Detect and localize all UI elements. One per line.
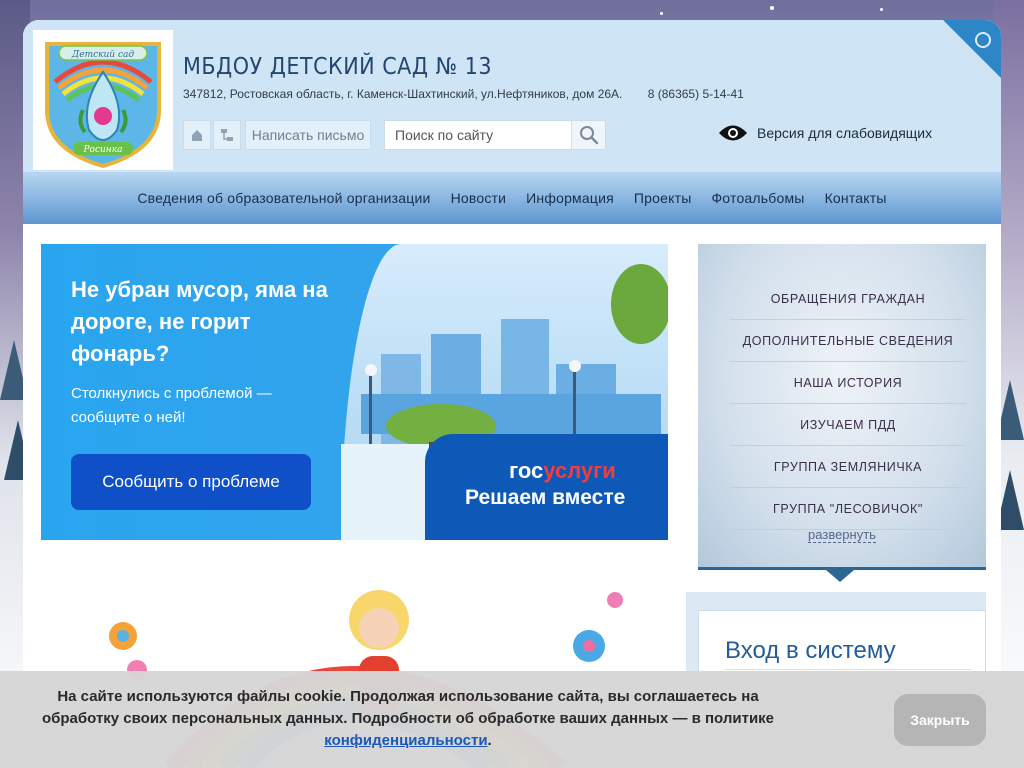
search-form [384, 120, 606, 150]
sidebar-item-citizen-appeals[interactable]: ОБРАЩЕНИЯ ГРАЖДАН [730, 278, 966, 320]
page-container: Детский сад Росинка МБДОУ ДЕТСКИЙ САД № … [23, 20, 1001, 768]
privacy-policy-link[interactable]: конфиденциальности [324, 732, 487, 749]
gosuslugi-banner[interactable]: Не убран мусор, яма на дороге, не горит … [41, 244, 668, 540]
cookie-text: На сайте используются файлы cookie. Прод… [30, 686, 786, 752]
banner-headline: Не убран мусор, яма на дороге, не горит … [71, 277, 328, 366]
low-vision-toggle[interactable]: Версия для слабовидящих [718, 124, 932, 142]
eye-icon [719, 125, 747, 141]
cookie-message: На сайте используются файлы cookie. Прод… [41, 688, 775, 727]
search-icon [579, 126, 598, 145]
gosuslugi-logo: госуслуги [509, 458, 616, 484]
gosuslugi-card: госуслуги Решаем вместе [425, 434, 668, 540]
home-button[interactable] [183, 120, 211, 150]
site-contacts: 347812, Ростовская область, г. Каменск-Ш… [183, 87, 766, 101]
sidebar-item-our-history[interactable]: НАША ИСТОРИЯ [730, 362, 966, 404]
low-vision-label: Версия для слабовидящих [757, 125, 933, 141]
cookie-close-button[interactable]: Закрыть [894, 694, 986, 746]
globe-icon[interactable] [975, 32, 991, 48]
menu-pointer-arrow [826, 570, 854, 582]
search-input[interactable] [385, 121, 571, 149]
divider [725, 669, 971, 670]
svg-text:Росинка: Росинка [83, 145, 123, 155]
expand-menu-link[interactable]: развернуть [698, 527, 986, 543]
site-address: 347812, Ростовская область, г. Каменск-Ш… [183, 87, 623, 101]
nav-item-information[interactable]: Информация [526, 190, 614, 206]
sitemap-icon [221, 129, 233, 141]
site-header: Детский сад Росинка МБДОУ ДЕТСКИЙ САД № … [23, 20, 1001, 172]
nav-item-news[interactable]: Новости [451, 190, 507, 206]
sidebar-menu-list: ОБРАЩЕНИЯ ГРАЖДАН ДОПОЛНИТЕЛЬНЫЕ СВЕДЕНИ… [730, 278, 966, 530]
gosuslugi-logo-gos: гос [509, 458, 544, 483]
sidebar-menu: ОБРАЩЕНИЯ ГРАЖДАН ДОПОЛНИТЕЛЬНЫЕ СВЕДЕНИ… [698, 244, 986, 582]
nav-item-projects[interactable]: Проекты [634, 190, 692, 206]
cookie-notice: На сайте используются файлы cookie. Прод… [0, 671, 1024, 768]
snowflake-decoration [660, 12, 663, 15]
site-phone: 8 (86365) 5-14-41 [647, 87, 744, 101]
login-title: Вход в систему [725, 637, 896, 664]
snowflake-decoration [770, 6, 774, 10]
nav-item-contacts[interactable]: Контакты [825, 190, 887, 206]
site-logo[interactable]: Детский сад Росинка [33, 30, 173, 170]
sidebar-item-group-lesovichok[interactable]: ГРУППА "ЛЕСОВИЧОК" [730, 488, 966, 530]
corner-badge [943, 20, 1001, 78]
kindergarten-emblem-icon: Детский сад Росинка [45, 42, 161, 168]
nav-item-about-organization[interactable]: Сведения об образовательной организации [137, 190, 430, 206]
banner-subtext: Столкнулись с проблемой — сообщите о ней… [71, 385, 272, 426]
search-button[interactable] [571, 121, 605, 149]
report-problem-button[interactable]: Сообщить о проблеме [71, 454, 311, 510]
snowflake-decoration [880, 8, 883, 11]
sidebar-item-additional-info[interactable]: ДОПОЛНИТЕЛЬНЫЕ СВЕДЕНИЯ [730, 320, 966, 362]
sidebar-item-group-zemlyanichka[interactable]: ГРУППА ЗЕМЛЯНИЧКА [730, 446, 966, 488]
svg-text:Детский сад: Детский сад [71, 50, 134, 60]
sidebar-item-traffic-rules[interactable]: ИЗУЧАЕМ ПДД [730, 404, 966, 446]
sitemap-button[interactable] [213, 120, 241, 150]
gosuslugi-tagline: Решаем вместе [465, 486, 626, 509]
main-navigation: Сведения об образовательной организации … [23, 172, 1001, 224]
nav-item-photo-albums[interactable]: Фотоальбомы [711, 190, 804, 206]
home-icon [192, 130, 202, 141]
expand-menu-label: развернуть [808, 527, 876, 543]
cookie-message-end: . [487, 732, 492, 749]
write-letter-button[interactable]: Написать письмо [245, 120, 371, 150]
gosuslugi-logo-uslugi: услуги [543, 458, 616, 483]
site-title: МБДОУ ДЕТСКИЙ САД № 13 [183, 54, 493, 80]
